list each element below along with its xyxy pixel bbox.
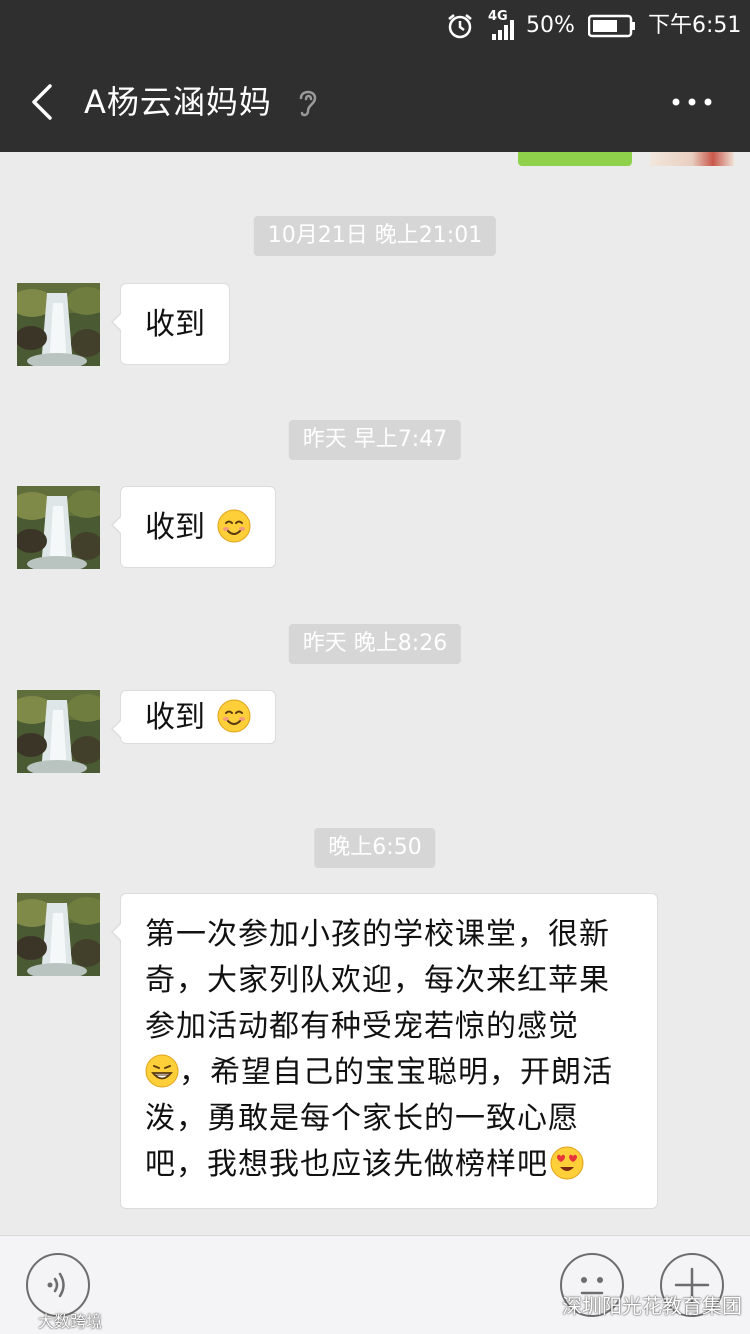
message-text: 收到	[145, 700, 205, 735]
own-avatar-partial[interactable]	[650, 152, 734, 166]
earpiece-mode-icon	[299, 90, 317, 117]
message-bubble[interactable]: 第一次参加小孩的学校课堂，很新奇，大家列队欢迎，每次来红苹果参加活动都有种受宠若…	[111, 893, 658, 1209]
timestamp: 昨天 早上7:47	[288, 420, 462, 460]
clock: 下午6:51	[648, 13, 742, 38]
signal-icon	[492, 20, 514, 40]
contact-avatar[interactable]	[17, 690, 100, 773]
timestamp: 昨天 晚上8:26	[288, 624, 462, 664]
battery-percent: 50%	[526, 13, 575, 38]
timestamp: 晚上6:50	[314, 828, 436, 868]
message-list[interactable]: 10月21日 晚上21:01 收到 昨天 早上7:47 收到 昨天 晚上8:26…	[0, 152, 750, 1235]
message-bubble[interactable]: 收到	[111, 690, 276, 744]
back-arrow-icon[interactable]	[28, 82, 58, 122]
watermark-right: 深圳阳光花教育集团	[562, 1294, 742, 1318]
message-text: 收到	[145, 510, 205, 545]
contact-avatar[interactable]	[17, 283, 100, 366]
heart-eyes-emoji-icon	[550, 1146, 584, 1180]
watermark-left: 大数跨境	[38, 1312, 103, 1331]
battery-icon	[588, 14, 635, 38]
status-bar: 4G 50% 下午6:51	[0, 0, 750, 52]
voice-input-icon	[47, 1272, 65, 1298]
message-text: 收到	[145, 307, 205, 342]
sent-bubble-partial[interactable]	[518, 152, 632, 166]
message-text: 第一次参加小孩的学校课堂，很新奇，大家列队欢迎，每次来红苹果参加活动都有种受宠若…	[145, 917, 610, 1044]
chat-title: A杨云涵妈妈	[84, 83, 272, 121]
contact-avatar[interactable]	[17, 486, 100, 569]
chat-header: A杨云涵妈妈	[0, 52, 750, 152]
message-bubble[interactable]: 收到	[111, 283, 230, 365]
timestamp: 10月21日 晚上21:01	[253, 216, 497, 256]
input-bar: 大数跨境 深圳阳光花教育集团	[0, 1235, 750, 1334]
message-text-continued: ，希望自己的宝宝聪明，开朗活泼，勇敢是每个家长的一致心愿吧，我想我也应该先做榜样…	[145, 1055, 613, 1182]
alarm-clock-icon	[448, 14, 472, 39]
grinning-emoji-icon	[145, 1054, 179, 1088]
smiling-blush-emoji-icon	[217, 699, 251, 733]
message-bubble[interactable]: 收到	[111, 486, 276, 568]
contact-avatar[interactable]	[17, 893, 100, 976]
more-dots-icon[interactable]	[670, 92, 714, 112]
smiling-blush-emoji-icon	[217, 509, 251, 543]
